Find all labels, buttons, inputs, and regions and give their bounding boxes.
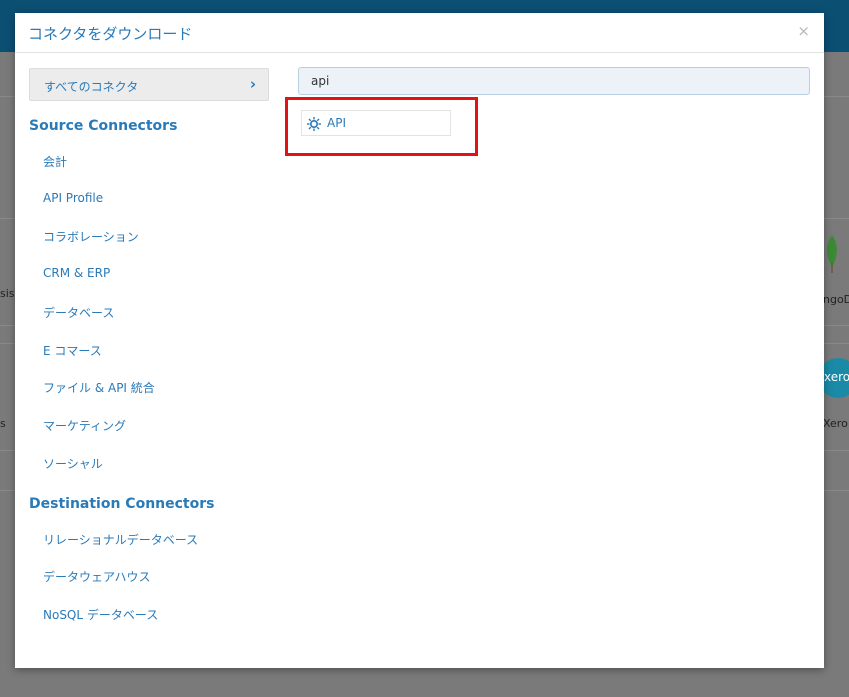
category-item-marketing[interactable]: マーケティング (43, 417, 126, 434)
category-item-relational-db[interactable]: リレーショナルデータベース (43, 531, 198, 548)
category-item-data-warehouse[interactable]: データウェアハウス (43, 568, 151, 585)
api-gear-icon (307, 117, 321, 131)
category-item-database[interactable]: データベース (43, 304, 114, 321)
modal-title: コネクタをダウンロード (28, 25, 193, 43)
search-input[interactable] (298, 67, 810, 95)
all-connectors-label: すべてのコネクタ (44, 80, 139, 94)
connector-card-label: API (327, 116, 346, 130)
background-text: Xero (823, 417, 848, 430)
background-text: ngoD (823, 293, 849, 306)
mongodb-leaf-icon (827, 235, 837, 273)
category-item-crm-erp[interactable]: CRM & ERP (43, 266, 110, 280)
source-connectors-heading: Source Connectors (29, 118, 178, 134)
category-item-collaboration[interactable]: コラボレーション (43, 228, 139, 245)
close-button[interactable]: × (797, 22, 810, 40)
category-item-api-profile[interactable]: API Profile (43, 191, 103, 205)
category-item-file-api[interactable]: ファイル & API 統合 (43, 379, 155, 396)
category-item-nosql-db[interactable]: NoSQL データベース (43, 606, 158, 623)
background-text: s (0, 417, 6, 430)
category-item-social[interactable]: ソーシャル (43, 455, 103, 472)
background-text: sis (0, 287, 15, 300)
destination-connectors-heading: Destination Connectors (29, 496, 215, 512)
modal-header: コネクタをダウンロード × (15, 13, 824, 53)
all-connectors-button[interactable]: すべてのコネクタ › (29, 68, 269, 101)
chevron-right-icon: › (249, 75, 256, 93)
connector-card-api[interactable]: API (301, 110, 451, 136)
download-connector-modal: コネクタをダウンロード × すべてのコネクタ › Source Connecto… (15, 13, 824, 668)
category-item-accounting[interactable]: 会計 (43, 153, 67, 170)
category-item-ecommerce[interactable]: E コマース (43, 342, 102, 359)
